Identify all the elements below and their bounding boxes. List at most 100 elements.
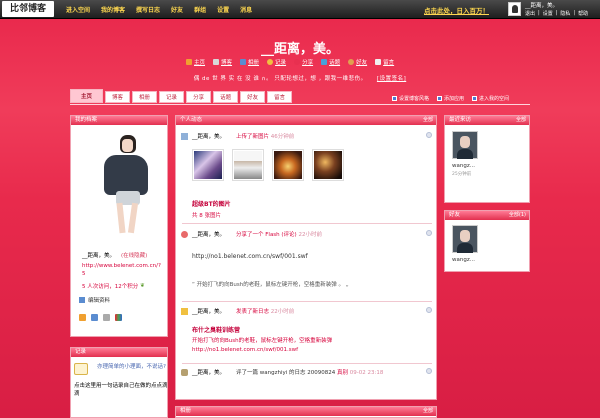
friend-name[interactable]: wangz...: [452, 257, 475, 263]
comment-icon: [181, 369, 188, 376]
post-title[interactable]: 布什之臭鞋训练营: [192, 325, 240, 334]
profile-stats: 5 人次访问，12个积分 ❦: [82, 283, 145, 290]
gift-icon[interactable]: [79, 314, 86, 321]
feed-action: 分享了一个 Flash (评论) 22小时前: [236, 232, 322, 238]
photo-thumb[interactable]: [192, 149, 224, 181]
help-link[interactable]: 帮助: [578, 10, 588, 17]
feed-action: 上传了新图片 46分钟前: [236, 134, 295, 140]
space-icon: [472, 96, 478, 101]
profile-url[interactable]: http://www.belenet.com.cn/?5: [82, 262, 162, 278]
feed-user[interactable]: __距离，美。: [192, 230, 225, 238]
header-nav-guestbook[interactable]: 留言: [375, 58, 394, 66]
speech-bubble-icon: [74, 363, 88, 375]
delete-icon[interactable]: [426, 307, 432, 313]
set-style-link[interactable]: 设置博客风格: [392, 95, 429, 102]
set-signature-link[interactable]: [设置签名]: [377, 76, 406, 82]
profile-name[interactable]: __距离，美。: [82, 253, 115, 259]
top-nav-groups[interactable]: 群组: [194, 5, 206, 14]
top-nav: 进入空间 我的博客 撰写日志 好友 群组 设置 消息: [66, 5, 252, 14]
privacy-link[interactable]: 隐私: [560, 10, 570, 17]
top-nav-friends[interactable]: 好友: [171, 5, 183, 14]
delete-icon[interactable]: [426, 368, 432, 374]
visitor-avatar[interactable]: [452, 131, 478, 159]
guestbook-icon: [375, 59, 382, 65]
friends-header: 好友 全部(1): [445, 211, 529, 220]
delete-icon[interactable]: [426, 132, 432, 138]
enter-space-link[interactable]: 进入我的空间: [472, 95, 509, 102]
message-icon[interactable]: [103, 314, 110, 321]
settings-link[interactable]: 设置: [543, 10, 553, 17]
profile-header: 我的档案: [71, 116, 167, 125]
site-logo[interactable]: 比邻博客: [2, 1, 54, 17]
friend-avatar[interactable]: [452, 225, 478, 253]
header-nav-record[interactable]: 记录: [267, 58, 286, 66]
tab-share[interactable]: 分享: [186, 91, 212, 103]
app-icon: [437, 96, 443, 101]
promo-link[interactable]: 点击此处，日入百万！: [424, 5, 489, 15]
visitors-more-link[interactable]: 全部: [516, 116, 526, 125]
photo-thumb[interactable]: [272, 149, 304, 181]
tab-record[interactable]: 记录: [159, 91, 185, 103]
blog-icon: [213, 59, 220, 65]
visitor-name[interactable]: wangz...: [452, 163, 475, 169]
friends-panel: 好友 全部(1) wangz...: [444, 210, 530, 272]
add-app-link[interactable]: 添加应用: [437, 95, 464, 102]
record-header: 记录: [71, 348, 167, 357]
logout-link[interactable]: 退出: [525, 10, 535, 17]
friends-more-link[interactable]: 全部(1): [509, 211, 526, 220]
visitor-time: 25分钟前: [452, 172, 472, 177]
top-nav-settings[interactable]: 设置: [217, 5, 229, 14]
tab-guestbook[interactable]: 留言: [267, 91, 293, 103]
header-nav-album[interactable]: 相册: [240, 58, 259, 66]
header-nav-blog[interactable]: 博客: [213, 58, 232, 66]
heart-icon: [181, 231, 188, 238]
share-url[interactable]: http://no1.belenet.com.cn/swf/001.swf: [192, 253, 308, 260]
feed-item: __距离，美。 发表了新日志 22小时前 布什之臭鞋训练营 开始打飞的向Bush…: [176, 307, 436, 362]
tab-home[interactable]: 主页: [70, 89, 104, 103]
profile-photo[interactable]: [80, 131, 158, 239]
feed-user[interactable]: __距离，美。: [192, 132, 225, 140]
record-prompt[interactable]: 亦理简单的小理面，不说话?: [97, 363, 167, 371]
top-nav-write-log[interactable]: 撰写日志: [136, 5, 160, 14]
delete-icon[interactable]: [426, 230, 432, 236]
header-nav-friends[interactable]: 好友: [348, 58, 367, 66]
blog-post-icon: [181, 308, 188, 315]
tab-topic[interactable]: 话题: [213, 91, 239, 103]
user-avatar[interactable]: [508, 2, 521, 16]
tab-blog[interactable]: 博客: [105, 91, 131, 103]
photo-thumb[interactable]: [232, 149, 264, 181]
album-count[interactable]: 共 8 张图片: [192, 211, 221, 219]
feed-divider: [182, 223, 432, 224]
feed-action: 评了一篇 wangzhiyi 的日志 20090824 真别 09-02 23:…: [236, 370, 384, 376]
feed-header: 个人动态 全部: [176, 116, 436, 125]
chart-icon[interactable]: [115, 314, 122, 321]
edit-profile-link[interactable]: 编辑资料: [79, 296, 110, 304]
motto-text: 偶 de 世 界 实 在 没 谁 ∩。 只配轮想过，想 ，跟我一维悲伤。: [193, 76, 367, 82]
profile-name-row: __距离，美。 (在线隐藏): [82, 251, 147, 259]
header-nav-topic[interactable]: 话题: [321, 58, 340, 66]
tab-friends[interactable]: 好友: [240, 91, 266, 103]
album-more-link[interactable]: 全部: [423, 407, 433, 416]
top-bar: 比邻博客 进入空间 我的博客 撰写日志 好友 群组 设置 消息 点击此处，日入百…: [0, 0, 600, 19]
header-nav-home[interactable]: 主页: [186, 58, 205, 66]
topbar-user-links: 退出 | 设置 | 隐私 | 帮助: [525, 10, 589, 17]
feed-panel: 个人动态 全部 __距离，美。 上传了新图片 46分钟前 超级BT的图片 共 8…: [175, 115, 437, 400]
feed-user[interactable]: __距离，美。: [192, 307, 225, 315]
topbar-username[interactable]: __距离，美。: [525, 1, 558, 9]
feed-more-link[interactable]: 全部: [423, 116, 433, 125]
record-icon: [267, 59, 274, 65]
photo-thumb[interactable]: [312, 149, 344, 181]
photo-icon: [181, 133, 188, 140]
feed-user[interactable]: __距离，美。: [192, 368, 225, 376]
record-hint[interactable]: 点击这里用一句话录自己在做的点点滴滴: [74, 382, 168, 398]
visitors-header: 最近来访 全部: [445, 116, 529, 125]
header-nav-share[interactable]: 分享: [294, 58, 313, 66]
home-icon: [186, 59, 192, 65]
album-title[interactable]: 超级BT的图片: [192, 199, 231, 208]
photo-thumbs: [192, 149, 344, 181]
top-nav-space[interactable]: 进入空间: [66, 5, 90, 14]
top-nav-my-blog[interactable]: 我的博客: [101, 5, 125, 14]
tab-album[interactable]: 相册: [132, 91, 158, 103]
album-small-icon[interactable]: [91, 314, 98, 321]
top-nav-messages[interactable]: 消息: [240, 5, 252, 14]
